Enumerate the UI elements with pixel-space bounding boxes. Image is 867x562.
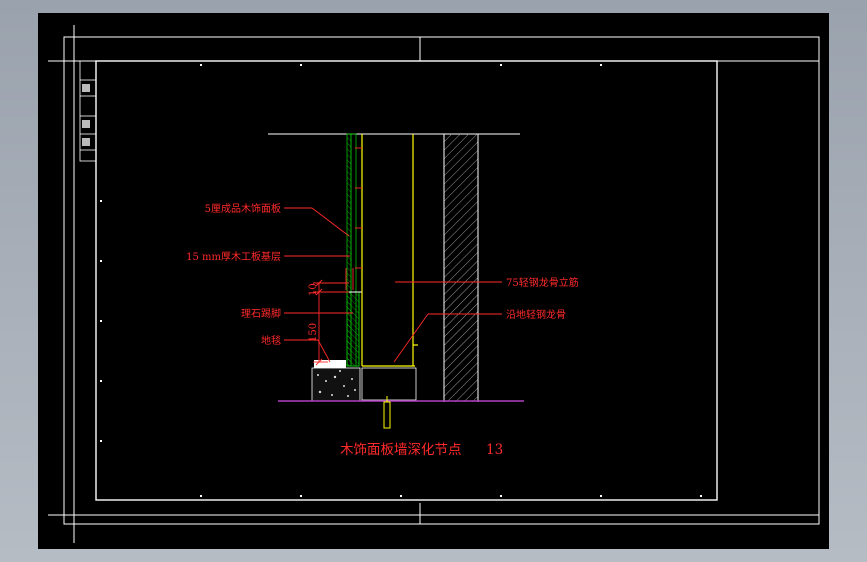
marble-skirting	[346, 291, 362, 367]
callout-floor-tile: 地毯	[261, 334, 281, 347]
title-block-strip	[79, 60, 97, 162]
dimension-skirting-height: 150	[308, 323, 319, 342]
callout-wood-panel: 5厘成品木饰面板	[205, 202, 281, 215]
drawing-title-number: 13	[486, 442, 503, 458]
frame-tick-marks	[100, 64, 702, 497]
callout-marble-skirting: 理石踢脚	[241, 307, 281, 320]
structural-wall	[443, 134, 479, 402]
callout-plywood-base: 15 mm厚木工板基层	[186, 250, 281, 263]
cad-drawing-canvas[interactable]: 5厘成品木饰面板 15 mm厚木工板基层 理石踢脚 地毯 75轻钢龙骨立筋 沿地…	[38, 13, 829, 549]
callout-steel-stud: 75轻钢龙骨立筋	[506, 276, 579, 289]
drawing-title: 木饰面板墙深化节点	[340, 442, 462, 458]
dimension-top-gap: 10	[308, 283, 319, 296]
steel-stud	[361, 134, 418, 367]
drawing-svg: 5厘成品木饰面板 15 mm厚木工板基层 理石踢脚 地毯 75轻钢龙骨立筋 沿地…	[48, 25, 820, 543]
app-window: 5厘成品木饰面板 15 mm厚木工板基层 理石踢脚 地毯 75轻钢龙骨立筋 沿地…	[0, 0, 867, 562]
callout-floor-track: 沿地轻钢龙骨	[506, 308, 566, 321]
sheet-frame	[48, 25, 820, 543]
